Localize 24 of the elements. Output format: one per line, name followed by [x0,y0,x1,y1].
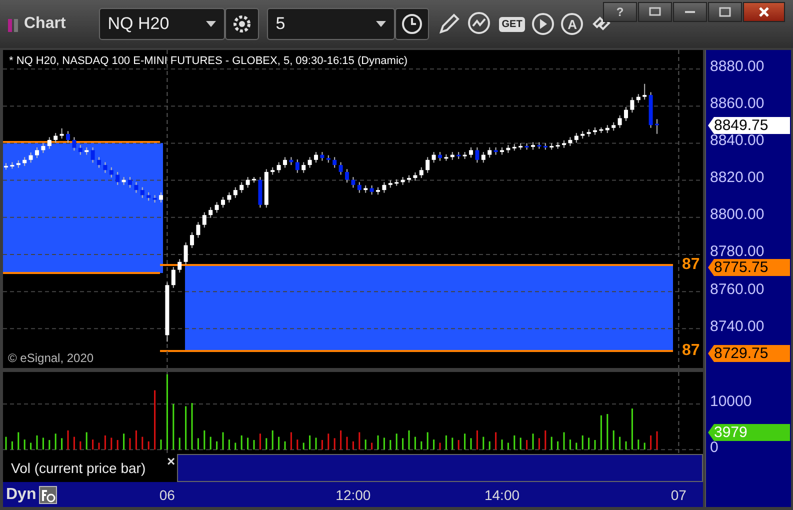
time-label: 14:00 [484,487,520,503]
volume-label: 10000 [710,394,752,410]
price-label: 8880.00 [710,59,764,75]
time-label: 07 [670,487,686,503]
zone-price-tag: 8775.75 [708,259,790,276]
price-label: 8840.00 [710,133,764,150]
zone-label: 87 [682,256,700,274]
time-label: 06 [159,487,175,503]
copyright-text: © eSignal, 2020 [8,351,94,365]
price-label: 8800.00 [710,207,764,224]
price-label: 8760.00 [710,282,764,298]
window-title: Chart [24,15,66,33]
price-label: 8780.00 [710,244,764,260]
last-volume-tag: 3979 [708,424,790,441]
chart-header: * NQ H20, NASDAQ 100 E-MINI FUTURES - GLOBEX, 5, 09:30-16:15 (Dynamic) [9,55,408,67]
last-price-tag: 8849.75 [708,117,790,134]
zone-label: 87 [682,342,700,360]
volume-legend: Vol (current price bar) [3,454,165,482]
price-label: 8740.00 [710,318,764,335]
zone-price-tag: 8729.75 [708,345,790,362]
price-label: 8860.00 [710,96,764,112]
price-label: 8820.00 [710,170,764,186]
volume-label: 0 [710,440,718,456]
time-label: 12:00 [336,487,371,503]
